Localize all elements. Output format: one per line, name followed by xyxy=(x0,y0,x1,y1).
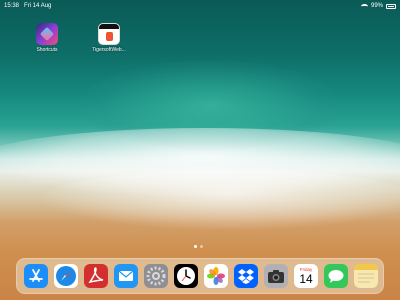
photos-icon[interactable] xyxy=(204,264,228,288)
tigersoft-icon-mark xyxy=(106,32,113,41)
shortcuts-icon[interactable] xyxy=(36,23,58,45)
page-dot[interactable] xyxy=(194,245,197,248)
messages-icon[interactable] xyxy=(324,264,348,288)
dropbox-glyph xyxy=(238,269,254,284)
camera-icon[interactable] xyxy=(264,264,288,288)
status-date: Fri 14 Aug xyxy=(24,3,52,9)
mail-glyph xyxy=(118,270,134,281)
status-right: 99% xyxy=(360,3,396,9)
battery-percent: 99% xyxy=(370,3,383,9)
page-dot[interactable] xyxy=(200,245,203,248)
mail-icon[interactable] xyxy=(114,264,138,288)
status-time: 15:38 xyxy=(4,3,20,9)
home-app-tigersoft[interactable]: TigersoftWeb... xyxy=(89,23,129,53)
page-indicator[interactable] xyxy=(194,245,203,248)
app-store-icon[interactable] xyxy=(24,264,48,288)
dropbox-icon[interactable] xyxy=(234,264,258,288)
dock: Friday 14 xyxy=(16,258,384,294)
settings-icon[interactable] xyxy=(144,264,168,288)
clock-icon[interactable] xyxy=(174,264,198,288)
safari-icon[interactable] xyxy=(54,264,78,288)
messages-glyph xyxy=(328,270,344,283)
notes-glyph xyxy=(354,264,378,283)
status-left: 15:38 Fri 14 Aug xyxy=(4,3,51,9)
acrobat-glyph xyxy=(88,267,104,284)
wifi-icon xyxy=(360,3,368,9)
acrobat-icon[interactable] xyxy=(84,264,108,288)
tigersoft-icon[interactable] xyxy=(98,23,120,45)
app-label: TigersoftWeb... xyxy=(92,47,126,53)
safari-glyph xyxy=(56,266,76,286)
status-bar: 15:38 Fri 14 Aug 99% xyxy=(0,0,400,12)
clock-glyph xyxy=(177,267,195,285)
notes-icon[interactable] xyxy=(354,264,378,288)
camera-glyph xyxy=(268,270,284,283)
app-store-glyph xyxy=(29,269,43,282)
home-app-shortcuts[interactable]: Shortcuts xyxy=(27,23,67,53)
photos-glyph xyxy=(207,267,225,285)
settings-glyph xyxy=(146,266,166,286)
wallpaper-wave xyxy=(40,170,400,230)
app-label: Shortcuts xyxy=(36,47,58,53)
tigersoft-icon-strip xyxy=(99,24,119,29)
calendar-icon[interactable]: Friday 14 xyxy=(294,264,318,288)
battery-icon xyxy=(386,3,396,9)
battery-fill xyxy=(388,5,394,7)
calendar-day: 14 xyxy=(299,271,313,286)
